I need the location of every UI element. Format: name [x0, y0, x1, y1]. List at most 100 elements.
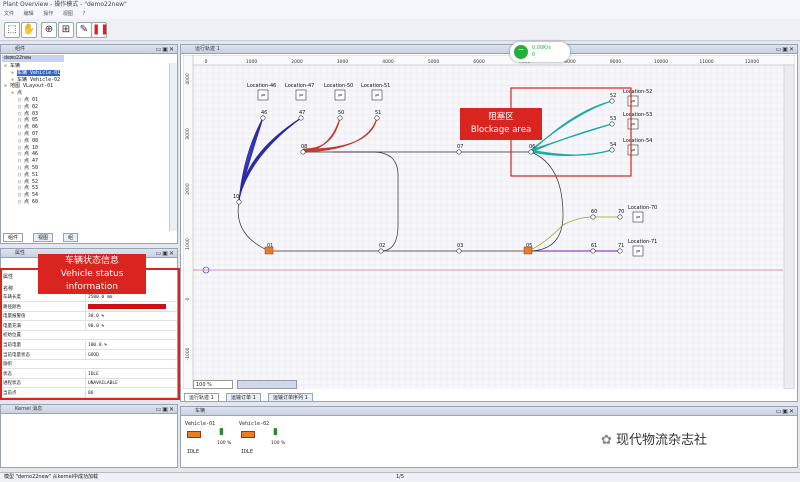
- vehicles-panel: 车辆 ▭▣✕ Vehicle-01 ▮ 100 % IDLE Vehicle-0…: [180, 406, 798, 468]
- tab-components[interactable]: 组件: [3, 233, 24, 242]
- menu-file[interactable]: 文件: [4, 11, 14, 17]
- menu-help[interactable]: ?: [82, 11, 85, 17]
- vehicle-marker[interactable]: [523, 246, 533, 255]
- map-point[interactable]: [590, 248, 596, 254]
- tree-item-label: 点 54: [24, 192, 39, 199]
- panel-window-buttons[interactable]: ▭▣✕: [156, 406, 175, 413]
- tree-item[interactable]: ○ 点 10: [18, 145, 38, 151]
- component-tree[interactable]: ▪ 车辆 ▪ 车辆 Vehicle-01 ▪ 车辆 Vehicle-02 ▪ 地图 V…: [1, 63, 169, 231]
- tree-item[interactable]: ○ 点 52: [18, 179, 38, 185]
- pause-icon[interactable]: ❚❚: [91, 22, 109, 38]
- tab-groups[interactable]: 组: [63, 233, 79, 242]
- tree-item[interactable]: ○ 点 50: [18, 165, 38, 171]
- tree-item[interactable]: ▪ 地图 VLayout-01: [4, 83, 53, 89]
- location-icon: ⇌: [338, 93, 342, 99]
- zoom-icon[interactable]: ⊕: [41, 22, 57, 38]
- tree-item-label: 车辆: [10, 63, 21, 69]
- point-label: 46: [261, 110, 267, 116]
- map-point[interactable]: [617, 248, 623, 254]
- map-point[interactable]: [528, 149, 534, 155]
- hand-icon[interactable]: ✋: [21, 22, 37, 38]
- map-point[interactable]: [609, 98, 615, 104]
- tree-item[interactable]: ▪ 车辆 Vehicle-01: [11, 69, 61, 76]
- map-view-buttons[interactable]: [237, 380, 297, 389]
- tree-item[interactable]: ○ 点 60: [18, 199, 38, 205]
- plant-map[interactable]: 0 1000 2000 3000 4000 5000 6000 7000 8000 9000 100…: [183, 55, 795, 389]
- tree-item[interactable]: ○ 点 08: [18, 138, 38, 144]
- tab-map[interactable]: 运行轨迹 1: [184, 393, 219, 402]
- map-vscroll[interactable]: [783, 64, 795, 389]
- x-tick-label: 1000: [246, 59, 258, 65]
- menu-edit[interactable]: 编辑: [24, 11, 34, 17]
- map-point[interactable]: [300, 149, 306, 155]
- status-page: 1/5: [396, 474, 405, 480]
- tree-item[interactable]: ○ 点 53: [18, 185, 38, 191]
- vehicle-marker[interactable]: [264, 246, 274, 255]
- battery-icon: ▮: [219, 427, 224, 437]
- map-point[interactable]: [260, 115, 266, 121]
- vehicle-status-callout: 车辆状态信息 Vehicle status information: [38, 254, 146, 294]
- vehicle-state: IDLE: [241, 449, 254, 455]
- map-point[interactable]: [456, 149, 462, 155]
- tree-item-label: 点 52: [24, 178, 39, 185]
- map-point[interactable]: [337, 115, 343, 121]
- menu-action[interactable]: 操作: [43, 11, 53, 17]
- wifi-icon: ⌔: [514, 45, 528, 59]
- network-badge: ⌔ 0.00K/s 0: [510, 42, 570, 62]
- panel-window-buttons[interactable]: ▭▣✕: [776, 46, 795, 53]
- panel-window-buttons[interactable]: ▭▣✕: [776, 408, 795, 415]
- map-point[interactable]: [590, 214, 596, 220]
- tree-item[interactable]: ○ 点 02: [18, 104, 38, 110]
- map-point[interactable]: [298, 115, 304, 121]
- panel-window-buttons[interactable]: ▭▣✕: [156, 250, 175, 257]
- pen-icon[interactable]: ✎: [76, 22, 92, 38]
- location-icon: ⇌: [299, 93, 303, 99]
- map-point[interactable]: [374, 115, 380, 121]
- point-label: 02: [379, 243, 385, 249]
- map-point[interactable]: [378, 248, 384, 254]
- route-icon[interactable]: ⊞: [58, 22, 74, 38]
- tree-item-label: 点 05: [24, 117, 39, 124]
- point-label: 10: [233, 194, 239, 200]
- map-panel-title: 运行轨迹 1: [195, 46, 220, 52]
- tree-item[interactable]: ○ 点 07: [18, 131, 38, 137]
- tree-item[interactable]: ▪ 车辆 Vehicle-02: [11, 77, 60, 83]
- map-point[interactable]: [609, 147, 615, 153]
- tree-item[interactable]: ○ 点 01: [18, 97, 38, 103]
- tab-orders[interactable]: 运输订单 1: [226, 393, 261, 402]
- components-panel-header: 组件 ▭▣✕: [1, 45, 177, 54]
- map-point[interactable]: [609, 121, 615, 127]
- tree-item[interactable]: ▪ 点: [11, 90, 22, 96]
- tree-item[interactable]: ○ 点 46: [18, 151, 38, 157]
- battery-icon: ▮: [273, 427, 278, 437]
- select-icon[interactable]: ⬚: [4, 22, 20, 38]
- tab-order-sequences[interactable]: 运输订单序列 1: [268, 393, 313, 402]
- point-label: 08: [301, 144, 307, 150]
- menu-view[interactable]: 视图: [63, 11, 73, 17]
- zoom-select[interactable]: 100 %: [193, 380, 233, 389]
- map-point[interactable]: [456, 248, 462, 254]
- point-label: 50: [338, 110, 344, 116]
- tab-views[interactable]: 视图: [33, 233, 54, 242]
- tree-item[interactable]: ○ 点 03: [18, 111, 38, 117]
- tree-item[interactable]: ▪ 车辆: [4, 63, 20, 69]
- map-point[interactable]: [617, 214, 623, 220]
- tree-item-label: 点 51: [24, 171, 39, 178]
- map-panel-header: 运行轨迹 1 ▭▣✕: [181, 45, 797, 54]
- tree-item[interactable]: ○ 点 05: [18, 117, 38, 123]
- tree-item[interactable]: ○ 点 51: [18, 172, 38, 178]
- tree-item[interactable]: ○ 点 54: [18, 192, 38, 198]
- point-label: 52: [610, 93, 616, 99]
- map-point[interactable]: [236, 199, 242, 205]
- tree-item[interactable]: ○ 点 47: [18, 158, 38, 164]
- vehicle-card[interactable]: Vehicle-01 ▮ 100 % IDLE: [185, 421, 237, 465]
- tree-item-label: 点 07: [24, 131, 39, 137]
- location-label: Location-46: [247, 83, 276, 89]
- tree-item-label: 地图 VLayout-01: [10, 83, 54, 90]
- panel-window-buttons[interactable]: ▭▣✕: [156, 46, 175, 53]
- window-title: Plant Overview - 操作模式 - "demo22new": [0, 0, 800, 9]
- tree-item[interactable]: ○ 点 06: [18, 124, 38, 130]
- tree-item-label: 点 06: [24, 124, 39, 131]
- tree-scrollbar[interactable]: [169, 63, 177, 231]
- vehicle-card[interactable]: Vehicle-02 ▮ 100 % IDLE: [239, 421, 291, 465]
